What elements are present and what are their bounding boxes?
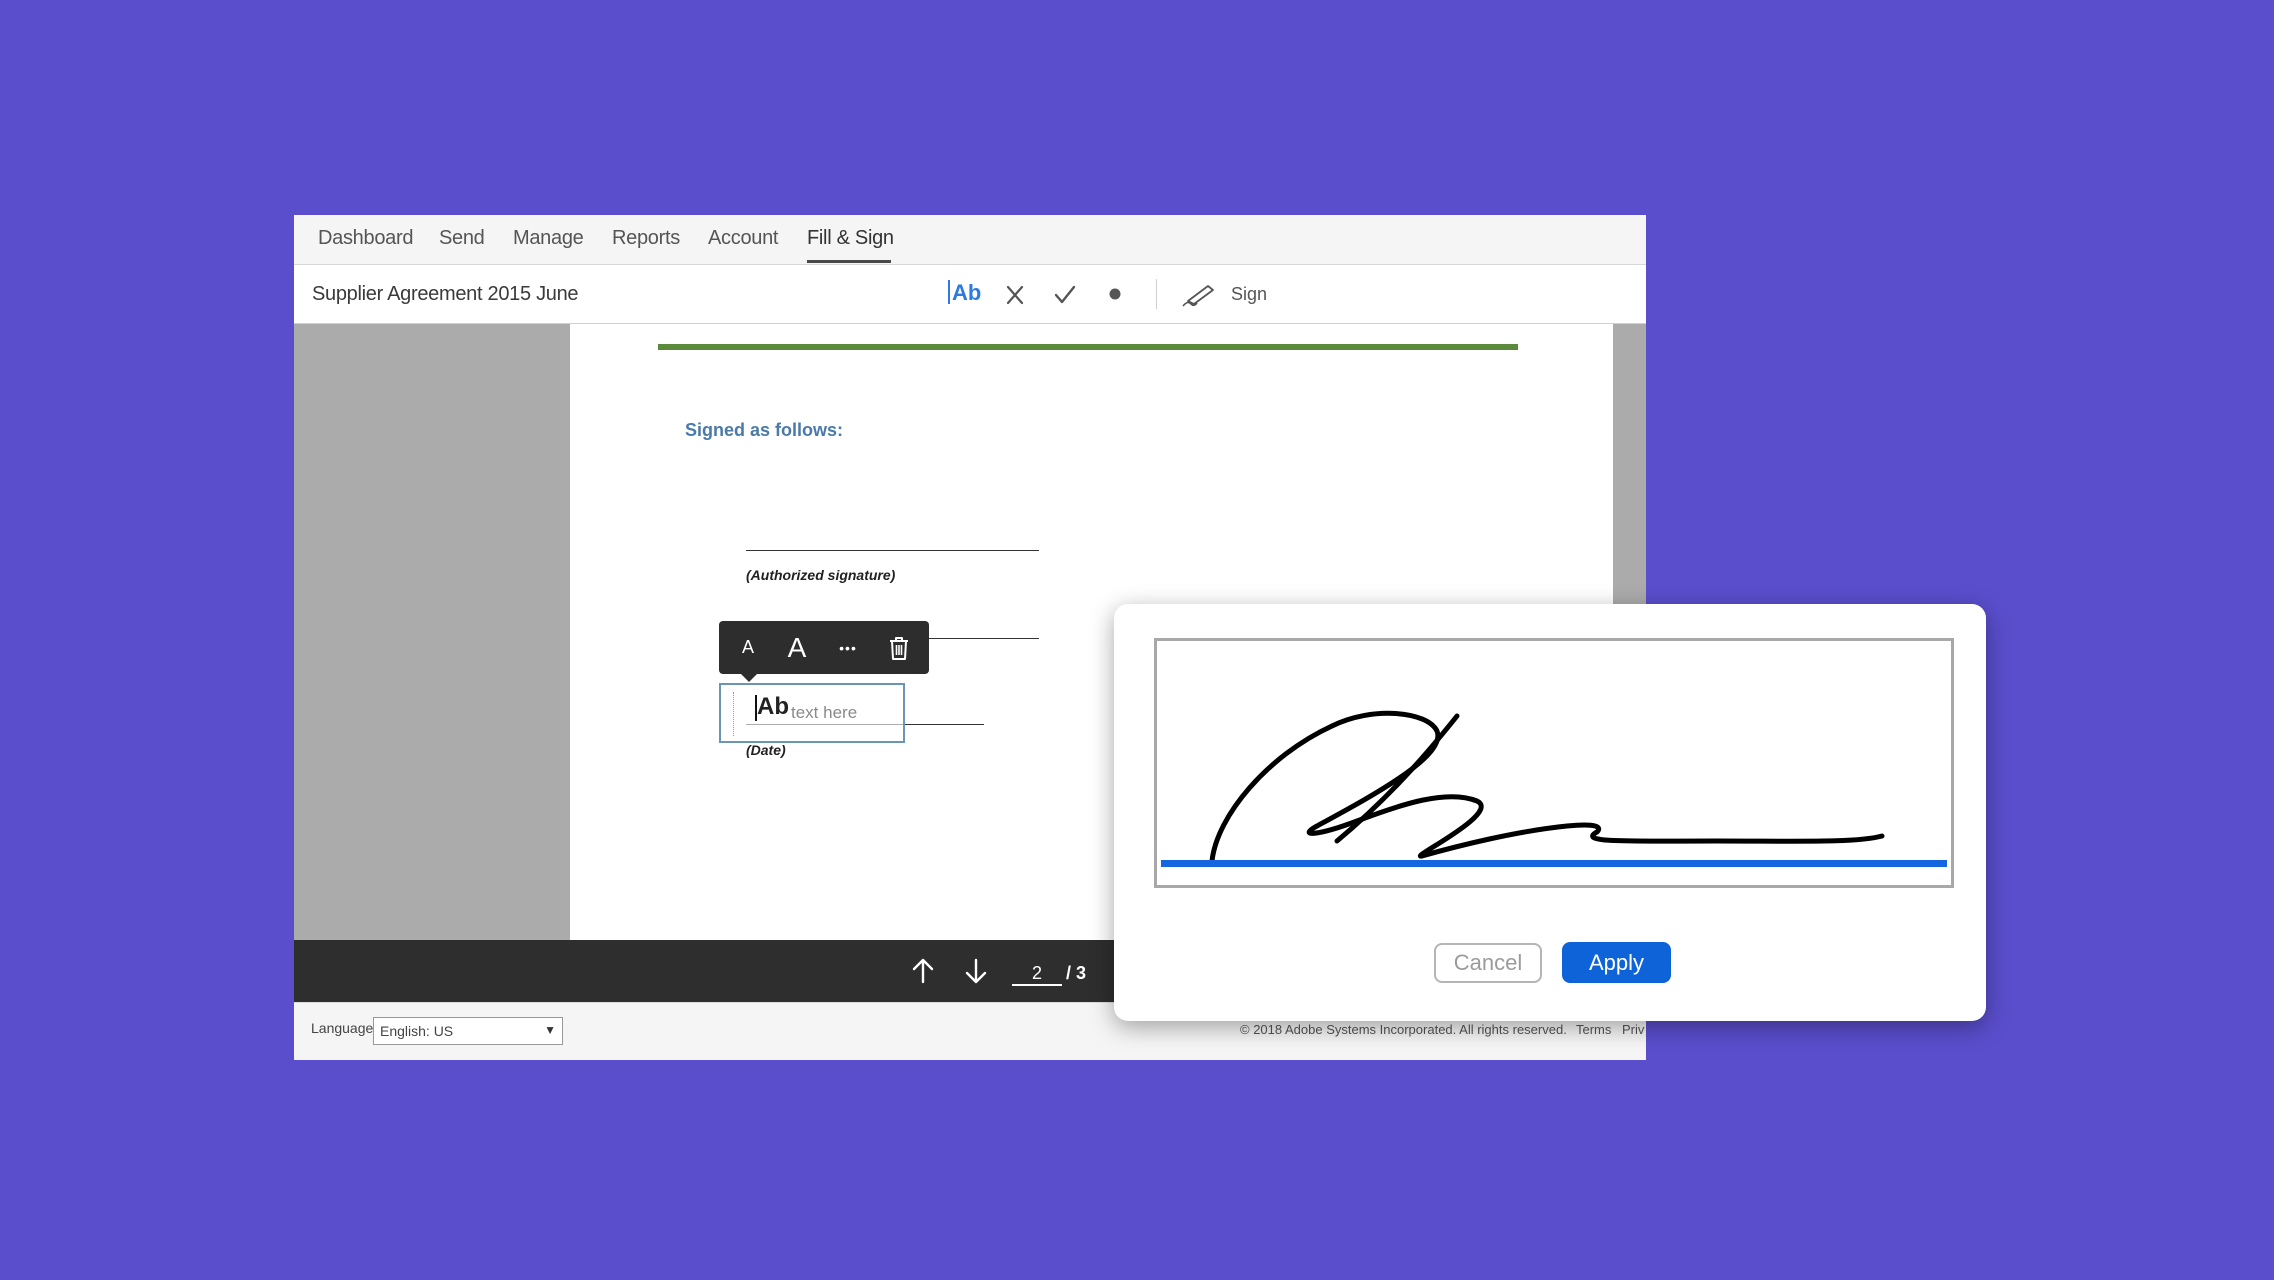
signature-baseline [1161,860,1947,867]
nav-fill-and-sign[interactable]: Fill & Sign [807,227,894,250]
add-text-tool-label: Ab [952,280,982,305]
signature-dialog: Cancel Apply [1114,604,1986,1021]
increase-font-button[interactable]: A [774,621,820,674]
text-cursor-icon [948,280,950,304]
add-text-tool[interactable]: Ab [948,280,981,306]
page-number-input[interactable]: 2 [1012,960,1062,986]
nav-dashboard[interactable]: Dashboard [318,227,413,250]
nav-manage[interactable]: Manage [513,227,584,250]
authorized-signature-label: (Authorized signature) [746,567,896,583]
arrow-up-icon[interactable] [908,956,938,986]
more-options-button[interactable]: ••• [825,621,871,674]
pen-sign-icon[interactable] [1182,279,1218,309]
decrease-font-button[interactable]: A [727,621,769,674]
document-title: Supplier Agreement 2015 June [312,283,579,305]
signature-pad[interactable] [1154,638,1954,888]
language-select[interactable]: English: US ▼ [373,1017,563,1045]
sign-button-label[interactable]: Sign [1231,284,1267,305]
page-total: / 3 [1066,963,1087,983]
privacy-link[interactable]: Priv [1622,1022,1644,1037]
field-drag-handle[interactable] [733,692,734,736]
text-box-toolbar: A A ••• [719,621,929,682]
terms-link[interactable]: Terms [1576,1022,1611,1037]
fill-sign-toolbar: Supplier Agreement 2015 June Ab Sign [294,265,1646,324]
nav-account[interactable]: Account [708,227,778,250]
language-label: Language [311,1020,374,1036]
language-value: English: US [380,1023,454,1039]
text-input-field[interactable]: Ab text here [719,683,905,743]
dot-icon[interactable] [1100,279,1130,309]
nav-send[interactable]: Send [439,227,485,250]
cancel-button[interactable]: Cancel [1434,943,1542,983]
nav-reports[interactable]: Reports [612,227,680,250]
cross-mark-icon[interactable] [1000,279,1030,309]
authorized-signature-line [746,550,1039,551]
top-navigation: Dashboard Send Manage Reports Account Fi… [294,215,1646,265]
text-tool-indicator: Ab [757,693,789,720]
trash-icon[interactable] [877,621,921,674]
toolbar-pointer [741,674,757,682]
active-tab-indicator [807,260,891,263]
checkmark-icon[interactable] [1050,279,1080,309]
text-field-placeholder: text here [791,703,858,722]
toolbar-divider [1156,279,1157,309]
page-rule [658,344,1518,350]
signature-stroke [1161,710,1947,867]
chevron-down-icon: ▼ [544,1023,556,1037]
date-label: (Date) [746,742,786,758]
signed-heading: Signed as follows: [685,420,844,440]
arrow-down-icon[interactable] [961,956,991,986]
copyright-text: © 2018 Adobe Systems Incorporated. All r… [1240,1022,1567,1037]
apply-button[interactable]: Apply [1562,942,1671,983]
